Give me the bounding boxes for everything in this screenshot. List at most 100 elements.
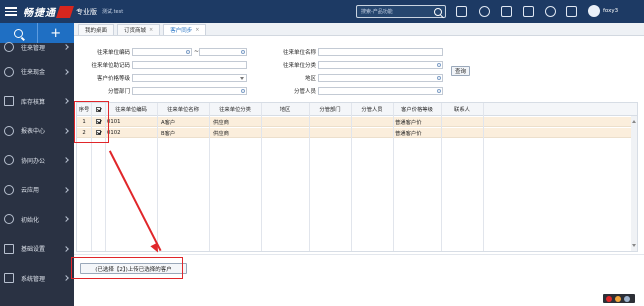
search-icon[interactable] [434, 7, 442, 16]
region-label: 地区 [304, 76, 316, 82]
column-divider [441, 103, 442, 251]
partner-name-cell: B客户 [161, 130, 176, 137]
tray-app-icon[interactable] [606, 295, 612, 302]
tray-settings-icon[interactable] [624, 295, 630, 302]
column-divider [483, 103, 484, 251]
partner-category-input[interactable] [318, 61, 443, 69]
chevron-right-icon [63, 98, 69, 105]
partner-code-cell: 0101 [107, 118, 121, 125]
query-button[interactable]: 查询 [451, 66, 470, 76]
partner-category-label: 往来单位分类 [282, 63, 316, 69]
chat-icon[interactable] [566, 6, 577, 17]
tray-notify-icon[interactable] [615, 295, 621, 302]
sidebar-item-settings[interactable]: 基础设置 [0, 234, 74, 264]
help-icon[interactable] [545, 6, 556, 17]
department-cell [309, 117, 351, 126]
staff-input[interactable] [318, 87, 443, 95]
region-cell [261, 117, 309, 126]
tab-desktop[interactable]: 我的桌面 [78, 24, 115, 35]
column-header-name: 往来单位名称 [167, 107, 199, 113]
contact-cell [441, 117, 483, 126]
partner-memo-input[interactable] [132, 61, 247, 69]
chevron-right-icon [63, 127, 69, 134]
chevron-right-icon [63, 44, 69, 50]
menu-icon[interactable] [5, 7, 17, 16]
partner-name-cell: A客户 [161, 119, 176, 126]
close-icon[interactable]: × [149, 27, 153, 33]
price-level-label: 客户价格等级 [96, 76, 130, 82]
tab-label: 客户同步 [170, 28, 193, 34]
tab-mall[interactable]: 订货商城 × [117, 24, 161, 35]
mail-icon[interactable] [501, 6, 512, 17]
chevron-down-icon [240, 77, 244, 80]
close-icon[interactable]: × [195, 27, 199, 33]
chevron-right-icon [63, 245, 69, 252]
partner-code-from-input[interactable] [132, 48, 192, 56]
region-cell [261, 128, 309, 137]
sidebar-item-partners[interactable]: 往来管理 [0, 37, 74, 57]
chevron-right-icon [63, 275, 69, 282]
top-bar: 畅捷通 专业版 测试.test foxy3 [0, 0, 644, 23]
chevron-right-icon [63, 68, 69, 75]
box-icon[interactable] [523, 6, 534, 17]
filter-form: 往来单位编码 ~ 往来单位助记码 客户价格等级 分管部门 往来单位名称 往来单位… [74, 45, 644, 99]
search-icon[interactable] [437, 76, 441, 80]
sidebar-item-system[interactable]: 系统管理 [0, 264, 74, 294]
bell-icon[interactable] [479, 6, 490, 17]
sidebar-item-label: 往来现金 [21, 69, 46, 77]
sidebar-item-init[interactable]: 初始化 [0, 205, 74, 235]
sidebar-item-cloud[interactable]: 云应用 [0, 175, 74, 205]
partner-code-to-input[interactable] [199, 48, 247, 56]
sidebar: + 往来管理 往来现金 库存核算 报表中心 协同办公 云应用 初始化 基础设置 … [0, 23, 74, 306]
sidebar-item-label: 往来管理 [21, 44, 46, 52]
user-name[interactable]: foxy3 [603, 8, 618, 14]
table-row[interactable]: 2 0102 B客户 供应商 普通客户价 [77, 128, 637, 138]
tab-label: 我的桌面 [85, 28, 108, 34]
search-icon[interactable] [241, 89, 245, 93]
staff-cell [351, 117, 393, 126]
department-input[interactable] [132, 87, 247, 95]
tab-customer-sync[interactable]: 客户同步 × [163, 24, 207, 35]
scroll-up-icon[interactable] [632, 120, 636, 123]
system-tray [603, 294, 635, 303]
grid-scrollbar[interactable] [631, 116, 637, 251]
cash-icon [4, 66, 14, 77]
partner-name-input[interactable] [318, 48, 443, 56]
column-header-price-level: 客户价格等级 [401, 107, 433, 113]
column-header-code: 往来单位编码 [115, 107, 147, 113]
tenant-label: 测试.test [102, 9, 124, 15]
table-row[interactable]: 1 0101 A客户 供应商 普通客户价 [77, 117, 637, 127]
department-cell [309, 128, 351, 137]
sidebar-item-label: 初始化 [21, 216, 40, 224]
scroll-down-icon[interactable] [632, 244, 636, 247]
search-input[interactable] [357, 6, 434, 17]
staff-cell [351, 128, 393, 137]
contact-cell [441, 128, 483, 137]
price-level-select[interactable] [132, 74, 247, 82]
search-icon[interactable] [437, 63, 441, 67]
sidebar-item-inventory[interactable]: 库存核算 [0, 87, 74, 117]
sidebar-item-office[interactable]: 协同办公 [0, 146, 74, 176]
partner-memo-label: 往来单位助记码 [91, 63, 130, 69]
column-header-department: 分管部门 [319, 107, 341, 113]
sidebar-item-cash[interactable]: 往来现金 [0, 57, 74, 87]
search-icon[interactable] [186, 50, 190, 54]
column-header-category: 往来单位分类 [219, 107, 251, 113]
sidebar-item-reports[interactable]: 报表中心 [0, 116, 74, 146]
search-icon[interactable] [437, 89, 441, 93]
region-input[interactable] [318, 74, 443, 82]
sidebar-item-label: 云应用 [21, 187, 40, 195]
chevron-right-icon [63, 186, 69, 193]
search-icon[interactable] [241, 50, 245, 54]
partner-code-cell: 0102 [107, 129, 121, 136]
price-level-cell: 普通客户价 [395, 119, 422, 126]
sidebar-item-label: 协同办公 [21, 157, 46, 165]
document-icon[interactable] [456, 6, 467, 17]
highlight-upload-box [71, 257, 183, 279]
cloud-icon [4, 184, 14, 195]
column-divider [309, 103, 310, 251]
staff-label: 分管人员 [293, 89, 316, 95]
column-divider [393, 103, 394, 251]
brand-mark-icon [56, 5, 74, 18]
avatar[interactable] [588, 5, 600, 17]
